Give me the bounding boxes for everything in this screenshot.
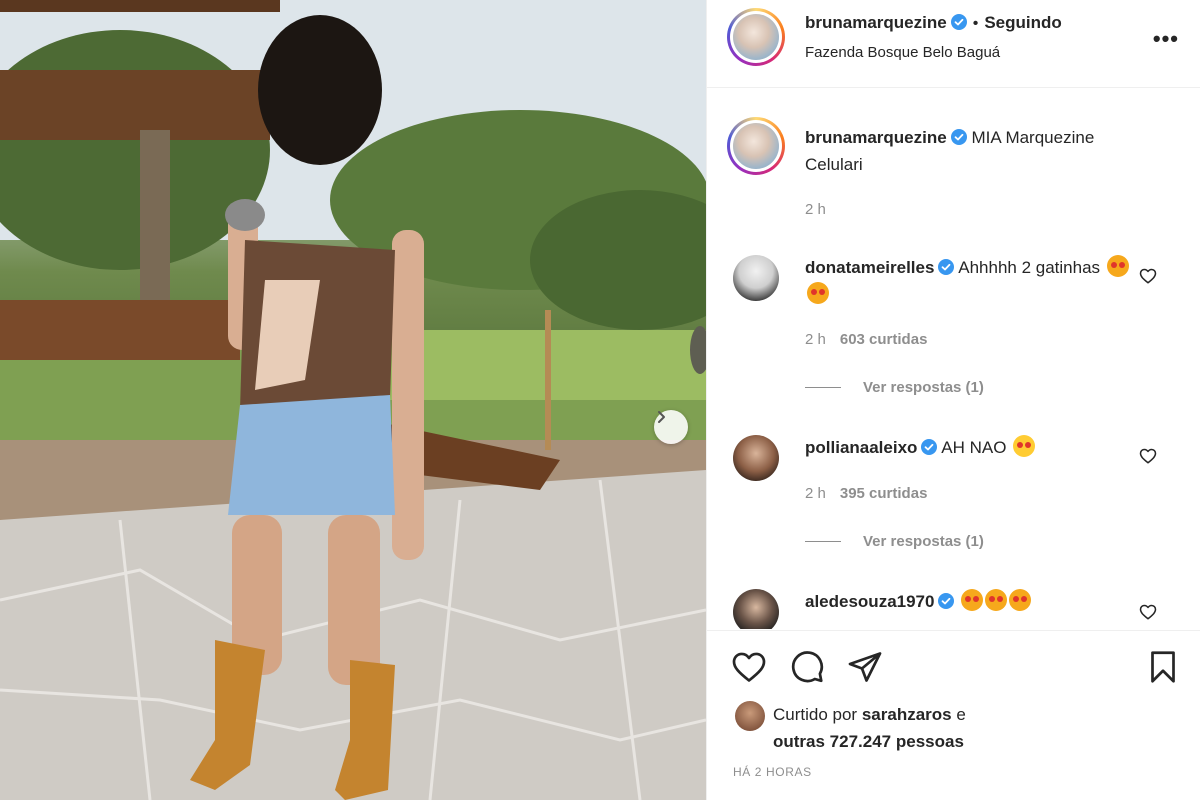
verified-icon bbox=[950, 129, 967, 145]
comment-like-heart-icon[interactable] bbox=[1139, 603, 1157, 621]
comment-icon[interactable] bbox=[789, 649, 825, 685]
comment-username[interactable]: pollianaaleixo bbox=[805, 438, 917, 457]
separator-dot: • bbox=[972, 15, 979, 32]
heart-eyes-cat-emoji bbox=[807, 282, 829, 304]
post-timestamp[interactable]: HÁ 2 HORAS bbox=[733, 765, 812, 779]
comment-text-block: pollianaaleixo AH NAO bbox=[805, 434, 1145, 461]
verified-icon bbox=[938, 593, 955, 609]
heart-eyes-face-emoji bbox=[1013, 435, 1036, 457]
liker-avatar[interactable] bbox=[735, 701, 765, 731]
post-actions: Curtido por sarahzaros e outras 727.247 … bbox=[707, 630, 1200, 800]
verified-icon bbox=[921, 439, 938, 455]
heart-eyes-cat-emoji bbox=[961, 589, 984, 611]
post-photo[interactable] bbox=[0, 0, 706, 800]
heart-eyes-cat-emoji bbox=[1106, 255, 1129, 277]
comment-likes[interactable]: 603 curtidas bbox=[840, 331, 928, 348]
comment-meta: 2 h 395 curtidas bbox=[805, 485, 928, 502]
comment-like-heart-icon[interactable] bbox=[1139, 447, 1157, 465]
comment-text-block: donatameirelles Ahhhhh 2 gatinhas bbox=[805, 254, 1145, 308]
caption-avatar[interactable] bbox=[727, 117, 785, 175]
comments-list[interactable]: brunamarquezine MIA Marquezine Celulari … bbox=[707, 89, 1200, 629]
follow-status-button[interactable]: Seguindo bbox=[984, 13, 1061, 32]
commenter-avatar[interactable] bbox=[733, 589, 779, 629]
author-avatar[interactable] bbox=[727, 8, 785, 66]
comment-text: AH NAO bbox=[941, 438, 1007, 457]
chevron-right-icon bbox=[658, 411, 665, 423]
verified-icon bbox=[938, 259, 955, 275]
author-avatar-image bbox=[733, 14, 779, 60]
likes-summary: Curtido por sarahzaros e outras 727.247 … bbox=[773, 705, 966, 751]
likes-count-link[interactable]: outras 727.247 pessoas bbox=[773, 732, 964, 751]
caption-username[interactable]: brunamarquezine bbox=[805, 128, 947, 147]
heart-eyes-cat-emoji bbox=[985, 589, 1008, 611]
next-photo-button[interactable] bbox=[654, 410, 688, 444]
bookmark-icon[interactable] bbox=[1145, 649, 1181, 685]
post-location[interactable]: Fazenda Bosque Belo Baguá bbox=[805, 44, 1000, 61]
verified-icon bbox=[950, 14, 967, 30]
author-line: brunamarquezine • Seguindo bbox=[805, 13, 1062, 33]
post-sidebar: brunamarquezine • Seguindo Fazenda Bosque … bbox=[706, 0, 1200, 800]
comment-text-block: aledesouza1970 bbox=[805, 588, 1145, 615]
commenter-avatar[interactable] bbox=[733, 435, 779, 481]
comment-likes[interactable]: 395 curtidas bbox=[840, 485, 928, 502]
comment-like-heart-icon[interactable] bbox=[1139, 267, 1157, 285]
more-horizontal-icon[interactable]: ••• bbox=[1153, 26, 1179, 52]
post-photo-illustration bbox=[0, 0, 706, 800]
share-icon[interactable] bbox=[847, 649, 883, 685]
comment-username[interactable]: aledesouza1970 bbox=[805, 592, 934, 611]
heart-icon[interactable] bbox=[731, 649, 767, 685]
liker-username[interactable]: sarahzaros bbox=[862, 705, 952, 724]
view-replies-button[interactable]: Ver respostas (1) bbox=[805, 379, 984, 396]
caption-text-block: brunamarquezine MIA Marquezine Celulari bbox=[805, 124, 1145, 178]
post-header: brunamarquezine • Seguindo Fazenda Bosque … bbox=[707, 0, 1200, 88]
heart-eyes-cat-emoji bbox=[1009, 589, 1032, 611]
comment-username[interactable]: donatameirelles bbox=[805, 258, 934, 277]
comment-text: Ahhhhh 2 gatinhas bbox=[958, 258, 1101, 277]
caption-time: 2 h bbox=[805, 201, 826, 218]
commenter-avatar[interactable] bbox=[733, 255, 779, 301]
comment-meta: 2 h 603 curtidas bbox=[805, 331, 928, 348]
author-username[interactable]: brunamarquezine bbox=[805, 13, 947, 32]
view-replies-button[interactable]: Ver respostas (1) bbox=[805, 533, 984, 550]
